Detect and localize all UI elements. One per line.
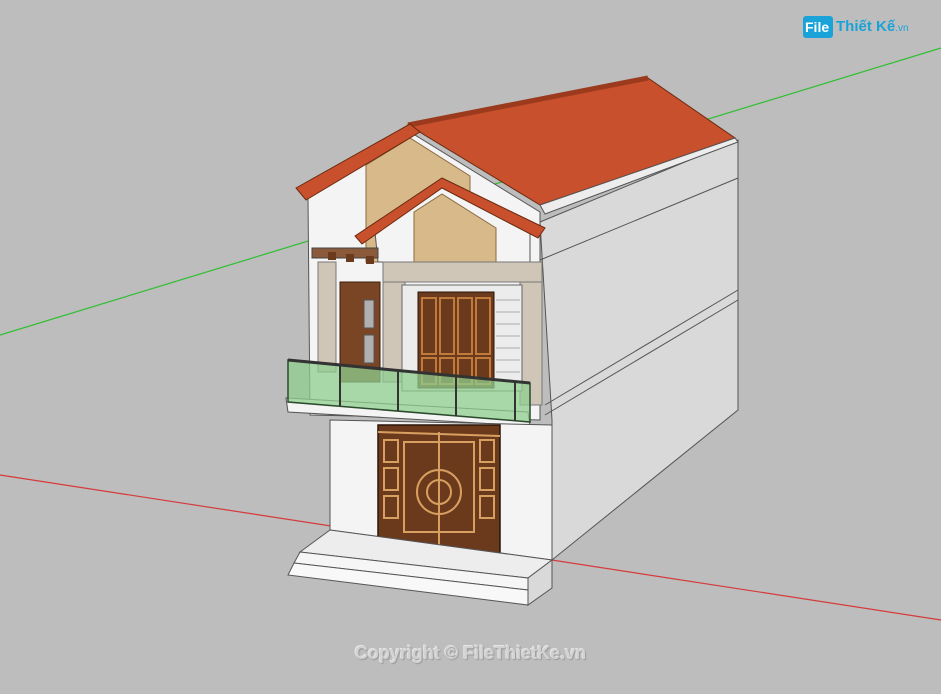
beam-end bbox=[328, 252, 336, 260]
logo-badge: File bbox=[803, 16, 833, 38]
logo-tld: .vn bbox=[895, 23, 909, 34]
site-logo[interactable]: File Thiết Kế.vn bbox=[803, 14, 921, 40]
logo-name: Thiết Kế bbox=[836, 18, 896, 35]
copyright-watermark: Copyright © FileThietKe.vn bbox=[354, 643, 587, 663]
logo-text: Thiết Kế.vn bbox=[836, 18, 909, 35]
house-3d-model[interactable] bbox=[0, 0, 941, 689]
logo-badge-text: File bbox=[805, 19, 830, 35]
sketchup-viewport[interactable]: File Thiết Kế.vn Copyright © FileThietKe… bbox=[0, 0, 941, 689]
stone-pillar-left bbox=[317, 261, 337, 373]
door-panel bbox=[363, 299, 375, 329]
door-panel bbox=[363, 334, 375, 364]
stone-lintel bbox=[382, 261, 543, 283]
beam-end bbox=[346, 254, 354, 262]
beam-end bbox=[366, 256, 374, 264]
